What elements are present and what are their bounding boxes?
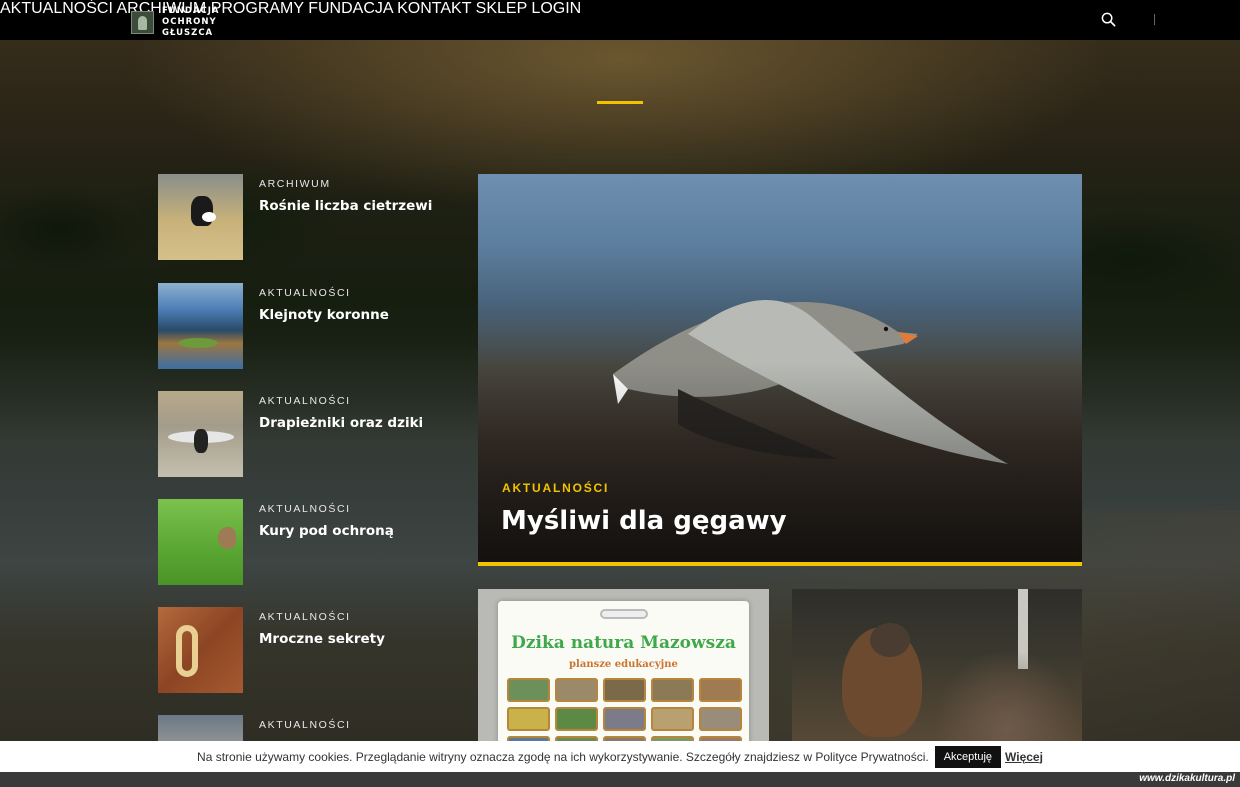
heather-bush [932,649,1082,749]
side-post-4[interactable]: AKTUALNOŚCI Kury pod ochroną [158,499,458,585]
poster-subtitle: plansze edukacyjne [569,659,678,670]
nav-fundacja[interactable]: FUNDACJA [308,0,392,17]
site-logo[interactable]: FUNDACJA OCHRONY GŁUSZCA [131,6,232,39]
section-accent-line [597,101,643,104]
featured-post-image[interactable] [478,174,1082,562]
side-post-category[interactable]: ARCHIWUM [259,178,331,190]
side-post-category[interactable]: AKTUALNOŚCI [259,395,351,407]
side-post-1[interactable]: ARCHIWUM Rośnie liczba cietrzewi [158,174,458,260]
featured-post-category[interactable]: AKTUALNOŚCI [502,481,609,495]
cookie-accept-button[interactable]: Akceptuję [934,745,1002,768]
poster-thumbnail-grid [507,678,743,749]
cookie-message: Na stronie używamy cookies. Przeglądanie… [197,749,929,764]
side-post-thumbnail[interactable] [158,283,243,369]
side-post-2[interactable]: AKTUALNOŚCI Klejnoty koronne [158,283,458,369]
nav-sklep[interactable]: SKLEP [476,0,527,17]
post-card-poster[interactable]: Dzika natura Mazowsza plansze edukacyjne [478,589,769,749]
side-post-category[interactable]: AKTUALNOŚCI [259,503,351,515]
side-post-title[interactable]: Klejnoty koronne [259,307,389,323]
logo-line-3: GŁUSZCA [162,28,214,38]
featured-post-title[interactable]: Myśliwi dla gęgawy [501,506,787,536]
capercaillie-head [870,623,910,657]
nav-aktualnosci[interactable]: AKTUALNOŚCI [0,0,113,17]
side-post-title[interactable]: Drapieżniki oraz dziki [259,415,423,431]
side-post-category[interactable]: AKTUALNOŚCI [259,719,351,731]
side-post-thumbnail[interactable] [158,391,243,477]
login-link[interactable]: LOGIN [531,0,581,17]
footer-strip [0,772,1240,787]
nav-separator [1154,14,1155,25]
side-post-category[interactable]: AKTUALNOŚCI [259,611,351,623]
logo-line-1: FUNDACJA [162,6,220,16]
cookie-bar: Na stronie używamy cookies. Przeglądanie… [0,741,1240,772]
nav-kontakt[interactable]: KONTAKT [397,0,471,17]
logo-text: FUNDACJA OCHRONY GŁUSZCA [162,6,232,39]
side-post-title[interactable]: Kury pod ochroną [259,523,394,539]
poster-sheet: Dzika natura Mazowsza plansze edukacyjne [498,601,749,749]
side-post-title[interactable]: Rośnie liczba cietrzewi [259,198,432,214]
side-post-5[interactable]: AKTUALNOŚCI Mroczne sekrety [158,607,458,693]
side-post-category[interactable]: AKTUALNOŚCI [259,287,351,299]
watermark: www.dzikakultura.pl [1139,773,1235,784]
cookie-more-link[interactable]: Więcej [1005,750,1043,764]
side-post-title[interactable]: Mroczne sekrety [259,631,385,647]
side-post-thumbnail[interactable] [158,174,243,260]
search-icon[interactable] [1101,12,1116,27]
logo-mark-icon [131,11,154,34]
poster-title: Dzika natura Mazowsza [511,633,736,653]
goose-illustration [613,300,1008,464]
post-card-capercaillie[interactable] [792,589,1082,749]
poster-hanger-icon [600,609,648,619]
logo-line-2: OCHRONY [162,17,217,27]
top-navbar: FUNDACJA OCHRONY GŁUSZCA AKTUALNOŚCI ARC… [0,0,1240,40]
side-post-thumbnail[interactable] [158,607,243,693]
side-post-3[interactable]: AKTUALNOŚCI Drapieżniki oraz dziki [158,391,458,477]
side-post-thumbnail[interactable] [158,499,243,585]
featured-post[interactable]: AKTUALNOŚCI Myśliwi dla gęgawy [478,174,1082,566]
